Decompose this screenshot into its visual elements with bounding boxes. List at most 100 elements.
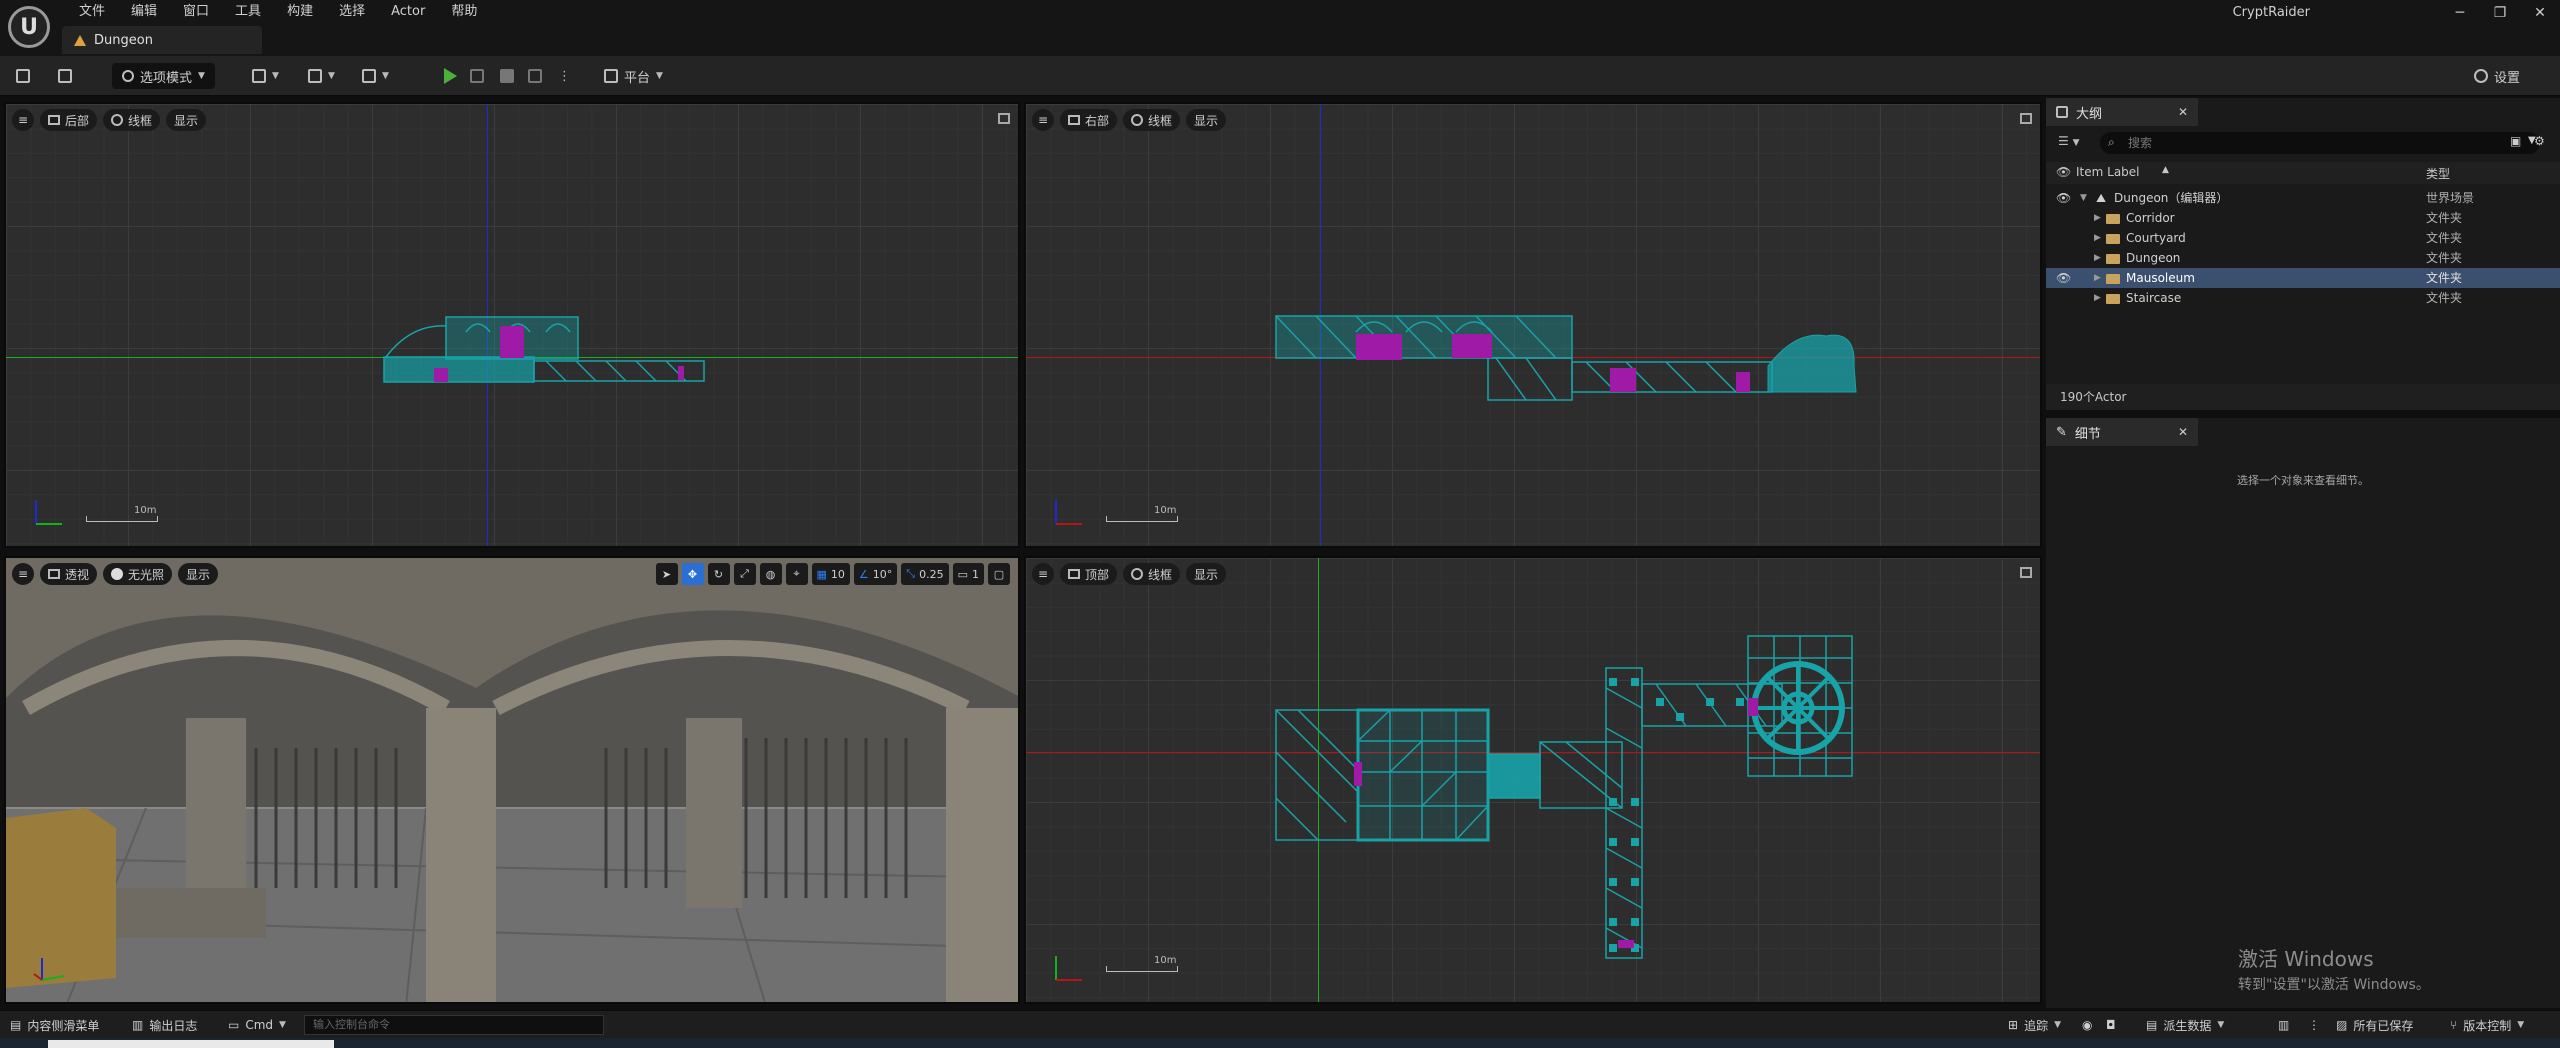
platform-button[interactable]: 平台 ▼ bbox=[604, 64, 663, 88]
step-button[interactable] bbox=[470, 64, 484, 88]
viewport-menu-button[interactable]: ≡ bbox=[12, 109, 34, 131]
mode-select[interactable]: 选项模式 ▼ bbox=[112, 63, 215, 89]
all-saved-button[interactable]: ▨ 所有已保存 bbox=[2336, 1016, 2413, 1034]
stop-icon bbox=[500, 69, 514, 83]
add-actor-button[interactable]: ▼ bbox=[252, 64, 279, 88]
column-item-label[interactable]: Item Label bbox=[2076, 165, 2140, 179]
close-button[interactable]: ✕ bbox=[2520, 2, 2560, 24]
tree-row-folder-selected[interactable]: 👁 ▶ Mausoleum 文件夹 bbox=[2046, 268, 2560, 288]
scale-snap-button[interactable]: ⤡ 0.25 bbox=[901, 563, 949, 585]
level-document-tab[interactable]: Dungeon bbox=[62, 26, 262, 54]
stop-button[interactable] bbox=[500, 64, 514, 88]
viewport-menu-button[interactable]: ≡ bbox=[12, 563, 34, 585]
content-drawer-button[interactable]: ▤ 内容侧滑菜单 bbox=[10, 1016, 99, 1034]
view-type-button[interactable]: 右部 bbox=[1060, 109, 1118, 131]
save-button[interactable] bbox=[16, 64, 30, 88]
derived-data-button[interactable]: ▤ 派生数据 ▼ bbox=[2146, 1016, 2224, 1034]
tree-row-folder[interactable]: ▶ Staircase 文件夹 bbox=[2046, 288, 2560, 308]
camera-speed-button[interactable]: ▭ 1 bbox=[952, 563, 984, 585]
expand-arrow-icon[interactable]: ▶ bbox=[2094, 268, 2101, 288]
output-log-button[interactable]: ▥ 输出日志 bbox=[132, 1016, 197, 1034]
eject-button[interactable] bbox=[528, 64, 542, 88]
new-folder-icon[interactable]: ▣ bbox=[2510, 134, 2521, 148]
expand-arrow-icon[interactable]: ▶ bbox=[2094, 228, 2101, 248]
tree-row-folder[interactable]: ▶ Corridor 文件夹 bbox=[2046, 208, 2560, 228]
viewport-perspective[interactable]: ≡ 透视 无光照 显示 ➤ ✥ ↻ ⤢ ◍ ⌖ ▦ 10 ∠ 10° ⤡ 0.25 ▭… bbox=[4, 556, 1020, 1004]
show-button[interactable]: 显示 bbox=[1186, 109, 1227, 131]
menu-window[interactable]: 窗口 bbox=[170, 0, 222, 24]
screenshot-button[interactable]: ◘ bbox=[2106, 1016, 2116, 1034]
view-type-button[interactable]: 顶部 bbox=[1060, 563, 1118, 585]
tree-row-world[interactable]: 👁 ▼ ⛰ Dungeon（编辑器） 世界场景 bbox=[2046, 188, 2560, 208]
show-button[interactable]: 显示 bbox=[166, 109, 207, 131]
source-control-button[interactable]: ▥ bbox=[2278, 1016, 2289, 1034]
viewport-back[interactable]: ≡ 后部 线框 显示 10m bbox=[4, 102, 1020, 548]
maximize-viewport-button[interactable]: ▢ bbox=[988, 563, 1010, 585]
rotate-tool-button[interactable]: ↻ bbox=[707, 563, 730, 585]
collapse-arrow-icon[interactable]: ▼ bbox=[2080, 188, 2087, 208]
viewport-menu-button[interactable]: ≡ bbox=[1032, 563, 1054, 585]
restore-button[interactable]: ❐ bbox=[2480, 2, 2520, 24]
trace-button[interactable]: ⊞ 追踪 ▼ bbox=[2008, 1016, 2061, 1034]
expand-arrow-icon[interactable]: ▶ bbox=[2094, 208, 2101, 228]
record-button[interactable]: ◉ bbox=[2082, 1016, 2092, 1034]
more-button[interactable]: ⋮ bbox=[2308, 1016, 2320, 1034]
coordinate-space-button[interactable]: ◍ bbox=[759, 563, 782, 585]
menu-edit[interactable]: 编辑 bbox=[118, 0, 170, 24]
menu-file[interactable]: 文件 bbox=[66, 0, 118, 24]
column-type[interactable]: 类型 bbox=[2426, 165, 2450, 182]
view-type-button[interactable]: 透视 bbox=[40, 563, 98, 585]
maximize-viewport-icon[interactable] bbox=[998, 113, 1010, 124]
viewport-menu-button[interactable]: ≡ bbox=[1032, 109, 1054, 131]
translate-tool-button[interactable]: ✥ bbox=[681, 563, 704, 585]
maximize-viewport-icon[interactable] bbox=[2020, 567, 2032, 578]
outliner-search-input[interactable]: 搜索 bbox=[2100, 132, 2540, 154]
scale-tool-button[interactable]: ⤢ bbox=[733, 563, 756, 585]
version-control-button[interactable]: ⑂ 版本控制 ▼ bbox=[2450, 1016, 2524, 1034]
rotation-snap-button[interactable]: ∠ 10° bbox=[853, 563, 898, 585]
maximize-viewport-icon[interactable] bbox=[2020, 113, 2032, 124]
unreal-logo-icon[interactable]: U bbox=[8, 6, 50, 48]
details-tab[interactable]: ✎ 细节 ✕ bbox=[2046, 418, 2198, 446]
tree-row-folder[interactable]: ▶ Dungeon 文件夹 bbox=[2046, 248, 2560, 268]
menu-build[interactable]: 构建 bbox=[274, 0, 326, 24]
settings-button[interactable]: 设置 bbox=[2474, 64, 2520, 88]
show-button[interactable]: 显示 bbox=[178, 563, 219, 585]
blueprint-button[interactable]: ▼ bbox=[308, 64, 335, 88]
view-type-button[interactable]: 后部 bbox=[40, 109, 98, 131]
view-mode-button[interactable]: 线框 bbox=[103, 109, 161, 131]
surface-snap-button[interactable]: ⌖ bbox=[785, 563, 808, 585]
expand-arrow-icon[interactable]: ▶ bbox=[2094, 248, 2101, 268]
console-command-input[interactable]: 输入控制台命令 bbox=[304, 1015, 604, 1035]
gear-icon[interactable]: ⚙ bbox=[2534, 134, 2545, 148]
view-mode-button[interactable]: 线框 bbox=[1123, 563, 1181, 585]
visibility-icon[interactable]: 👁 bbox=[2056, 188, 2071, 208]
filter-button[interactable]: ☰ ▼ bbox=[2058, 134, 2080, 148]
close-icon[interactable]: ✕ bbox=[2178, 425, 2188, 439]
menu-actor[interactable]: Actor bbox=[378, 0, 438, 24]
menu-help[interactable]: 帮助 bbox=[438, 0, 490, 24]
view-mode-button[interactable]: 无光照 bbox=[103, 563, 173, 585]
cmd-button[interactable]: ▭ Cmd ▼ bbox=[228, 1016, 286, 1034]
tree-row-label: Staircase bbox=[2126, 291, 2182, 305]
grid-snap-button[interactable]: ▦ 10 bbox=[811, 563, 850, 585]
menu-select[interactable]: 选择 bbox=[326, 0, 378, 24]
viewport-top[interactable]: ≡ 顶部 线框 显示 10m bbox=[1024, 556, 2042, 1004]
menu-tools[interactable]: 工具 bbox=[222, 0, 274, 24]
chevron-down-icon: ▼ bbox=[328, 71, 335, 81]
cinematics-button[interactable]: ▼ bbox=[362, 64, 389, 88]
minimize-button[interactable]: ─ bbox=[2440, 2, 2480, 24]
folder-icon bbox=[58, 69, 72, 83]
expand-arrow-icon[interactable]: ▶ bbox=[2094, 288, 2101, 308]
tree-row-folder[interactable]: ▶ Courtyard 文件夹 bbox=[2046, 228, 2560, 248]
play-button[interactable] bbox=[444, 64, 457, 88]
play-options-button[interactable]: ⋮ bbox=[558, 64, 571, 88]
browse-button[interactable] bbox=[58, 64, 72, 88]
close-icon[interactable]: ✕ bbox=[2178, 105, 2188, 119]
outliner-tab[interactable]: 大纲 ✕ bbox=[2046, 98, 2198, 126]
visibility-icon[interactable]: 👁 bbox=[2056, 268, 2071, 288]
view-mode-button[interactable]: 线框 bbox=[1123, 109, 1181, 131]
show-button[interactable]: 显示 bbox=[1186, 563, 1227, 585]
viewport-right[interactable]: ≡ 右部 线框 显示 10m bbox=[1024, 102, 2042, 548]
select-tool-button[interactable]: ➤ bbox=[655, 563, 678, 585]
